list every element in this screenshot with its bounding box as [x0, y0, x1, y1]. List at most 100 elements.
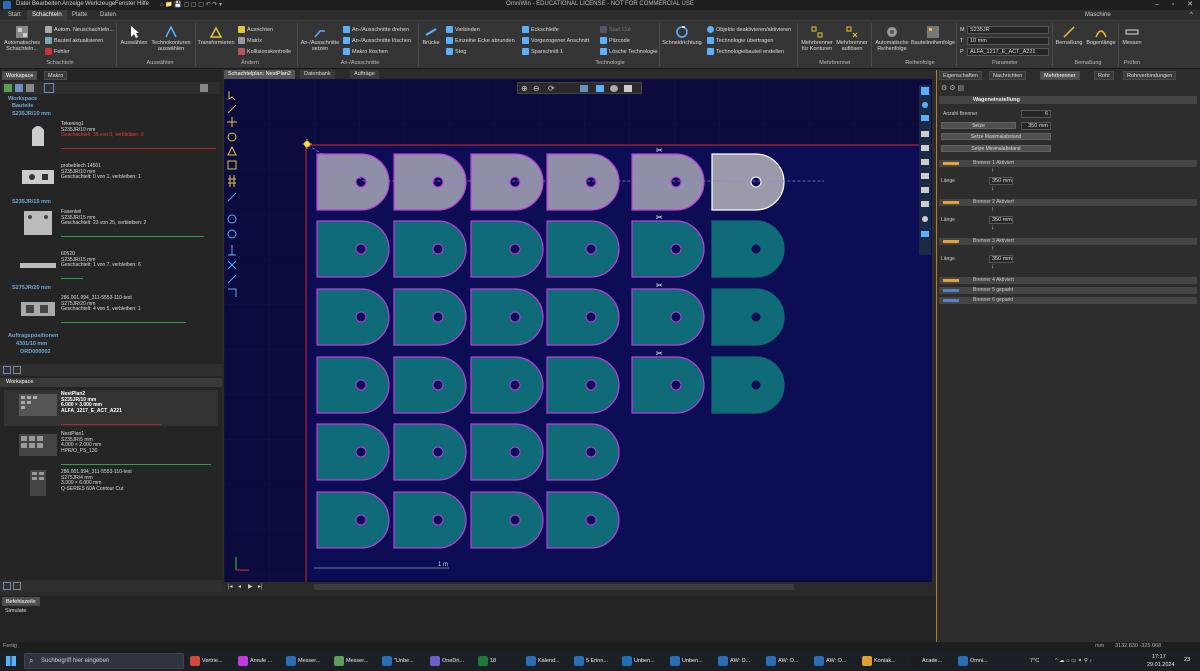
tab-schachteln[interactable]: Schachteln: [27, 10, 67, 21]
view-box-icon[interactable]: [580, 85, 588, 92]
nav-prev-icon[interactable]: ◂: [238, 583, 241, 590]
setze-max-button[interactable]: Setze Maximalabstand: [941, 133, 1051, 140]
bauteile-node[interactable]: Bauteile: [12, 103, 33, 109]
menu-anzeige[interactable]: Anzeige: [62, 1, 84, 7]
mehrbrenner-konturen-button[interactable]: Mehrbrenner für Konturen: [799, 25, 835, 52]
list-item-part[interactable]: Tekening1 S235JR/10 mm Geschachtelt: 36 vo…: [4, 120, 218, 150]
workspace-node[interactable]: Workspace: [8, 96, 37, 102]
tab-makro[interactable]: Makro: [44, 71, 68, 80]
setze-min-button[interactable]: Setze Minimalabstand: [941, 145, 1051, 152]
nesting-drawing[interactable]: ✂ ✂ ✂ ✂ 1 m: [224, 79, 932, 592]
taskbar-app[interactable]: Omni...: [958, 655, 988, 667]
kollisionskontrolle-button[interactable]: Kollisionskontrolle: [238, 48, 291, 55]
list-item-part[interactable]: 60520 S235JR/15 mm Geschachtelt: 1 von 7, …: [4, 250, 218, 280]
notification-badge[interactable]: 23: [1184, 657, 1190, 663]
group-s235-10[interactable]: S235JR/10 mm: [12, 111, 51, 117]
an-ausschnitte-drehen-button[interactable]: An-/Ausschnitte drehen: [343, 26, 409, 33]
start-cut-button[interactable]: Start Cut: [600, 26, 631, 33]
bauteil-aktualisieren-button[interactable]: Bauteil aktualisieren: [45, 37, 103, 44]
tab-mehrbrenner[interactable]: Mehrbrenner: [1040, 71, 1080, 80]
auftrag-order-node[interactable]: ORD000002: [20, 349, 51, 355]
import-icon[interactable]: [15, 84, 23, 92]
filter-icon[interactable]: [200, 84, 208, 92]
horizontal-scrollbar[interactable]: |◂ ◂ ▶ ▸|: [224, 582, 932, 592]
makro-loeschen-button[interactable]: Makro löschen: [343, 48, 388, 55]
group-s235-15[interactable]: S235JR/15 mm: [12, 199, 51, 205]
objekte-deaktivieren-button[interactable]: Objekte deaktivieren/aktivieren: [707, 26, 791, 33]
list-item-part[interactable]: 286.001.994_311-5553-110-test S275JR/20 m…: [4, 294, 218, 324]
taskbar-app[interactable]: Vertrie...: [190, 655, 222, 667]
menu-bearbeiten[interactable]: Bearbeiten: [32, 1, 61, 7]
matrix-button[interactable]: Matrix: [238, 37, 262, 44]
taskbar-app[interactable]: Messer...: [286, 655, 320, 667]
setze-button[interactable]: Setze: [941, 122, 1016, 129]
burner-row[interactable]: Brenner 2 Aktiviert: [939, 199, 1197, 206]
doc-tab-auftraege[interactable]: Aufträge: [350, 70, 379, 79]
vorgezogener-anschnitt-button[interactable]: Vorgezogener Anschnitt: [522, 37, 589, 44]
pilzcode-button[interactable]: Pilzcode: [600, 37, 630, 44]
tab-nachrichten[interactable]: Nachrichten: [989, 71, 1027, 80]
zoom-icon[interactable]: ⊕: [521, 84, 528, 93]
ribbon-collapse-icon[interactable]: ^: [1185, 10, 1198, 21]
auftragspositionen-node[interactable]: Auftragspositionen: [8, 333, 58, 339]
view-eye-icon[interactable]: [610, 85, 618, 92]
burner-row[interactable]: Brenner 3 Aktiviert: [939, 238, 1197, 245]
auto-reihenfolge-button[interactable]: Automatische Reihenfolge: [873, 25, 911, 52]
fehler-button[interactable]: Fehler: [45, 48, 70, 55]
menu-hilfe[interactable]: Hilfe: [137, 1, 149, 7]
view-toggle-icon[interactable]: [44, 83, 54, 93]
maximize-icon[interactable]: ▫: [1166, 0, 1180, 10]
panel-divider[interactable]: [0, 364, 222, 376]
autom-neuschachteln-button[interactable]: Autom. Neuschachteln...: [45, 26, 114, 33]
group-s275-20[interactable]: S275JR/20 mm: [12, 285, 51, 291]
an-ausschnitte-setzen-button[interactable]: An-/Ausschnitte setzen: [300, 25, 340, 52]
zoom-out-icon[interactable]: ⊖: [533, 84, 540, 93]
nest-plan-item[interactable]: 286.001.994_311-5553-110-test S275JR/4 mm…: [4, 468, 218, 504]
laenge-input[interactable]: 350 mm: [989, 255, 1013, 263]
technokonturen-button[interactable]: Technokonturen auswählen: [150, 25, 192, 52]
tab-befehlszeile[interactable]: Befehlszeile: [2, 597, 40, 606]
burner-row[interactable]: Brenner 1 Aktiviert: [939, 160, 1197, 167]
nav-next-icon[interactable]: ▸|: [258, 583, 263, 590]
burner-row[interactable]: Brenner 5 geparkt: [939, 287, 1197, 294]
an-ausschnitte-loeschen-button[interactable]: An-/Ausschnitte löschen: [343, 37, 411, 44]
list-view-icon[interactable]: [3, 582, 11, 590]
sparschnitt-button[interactable]: Sparschnitt 1: [522, 48, 563, 55]
minimize-icon[interactable]: –: [1150, 0, 1164, 10]
nav-play-icon[interactable]: ▶: [248, 583, 253, 590]
bemassung-button[interactable]: Bemaßung: [1054, 25, 1084, 46]
taskbar-app[interactable]: 18: [478, 655, 496, 667]
grid-view-icon[interactable]: [13, 366, 21, 374]
transformieren-button[interactable]: Transformieren: [197, 25, 235, 46]
taskbar-app[interactable]: Anrufe ...: [238, 655, 272, 667]
taskbar-app[interactable]: Unben...: [622, 655, 655, 667]
view-cube-icon[interactable]: [624, 85, 632, 92]
list-item-part[interactable]: Fasenteil S235JR/15 mm Geschachtelt: 23 vo…: [4, 208, 218, 238]
bruecke-button[interactable]: Brücke: [420, 25, 442, 46]
eckschleife-button[interactable]: Eckschleife: [522, 26, 559, 33]
grid-view-icon[interactable]: [13, 582, 21, 590]
taskbar-app[interactable]: Unben...: [670, 655, 703, 667]
doc-tab-nestplan[interactable]: Schachtelplan: NestPlan2: [224, 70, 295, 79]
taskbar-app[interactable]: AW: O...: [766, 655, 798, 667]
list-view-icon[interactable]: [3, 366, 11, 374]
taskbar-app[interactable]: Kalend...: [526, 655, 560, 667]
taskbar-app[interactable]: AW: O...: [814, 655, 846, 667]
technologie-uebertragen-button[interactable]: Technologie übertragen: [707, 37, 774, 44]
param-m-select[interactable]: S235JR: [967, 26, 1049, 34]
loesche-technologie-button[interactable]: Lösche Technologie: [600, 48, 658, 55]
einzelne-ecke-button[interactable]: Einzelne Ecke abrunden: [446, 37, 515, 44]
anzahl-brenner-input[interactable]: 6: [1021, 110, 1051, 118]
menu-datei[interactable]: Datei: [16, 1, 30, 7]
taskbar-app[interactable]: Kontak...: [862, 655, 896, 667]
bogenlaenge-button[interactable]: Bogenlänge: [1084, 25, 1118, 46]
steg-button[interactable]: Steg: [446, 48, 466, 55]
tab-rohrverbindungen[interactable]: Rohrverbindungen: [1123, 71, 1177, 80]
tab-daten[interactable]: Daten: [95, 10, 121, 21]
taskbar-app[interactable]: "Unbe...: [382, 655, 414, 667]
scroll-thumb[interactable]: [314, 584, 794, 590]
mehrbrenner-aufloesen-button[interactable]: Mehrbrenner auflösen: [835, 25, 869, 52]
rotate-view-icon[interactable]: ⟳: [548, 84, 555, 93]
taskbar-app[interactable]: 5 Erinn...: [574, 655, 608, 667]
laenge-input[interactable]: 350 mm: [989, 177, 1013, 185]
